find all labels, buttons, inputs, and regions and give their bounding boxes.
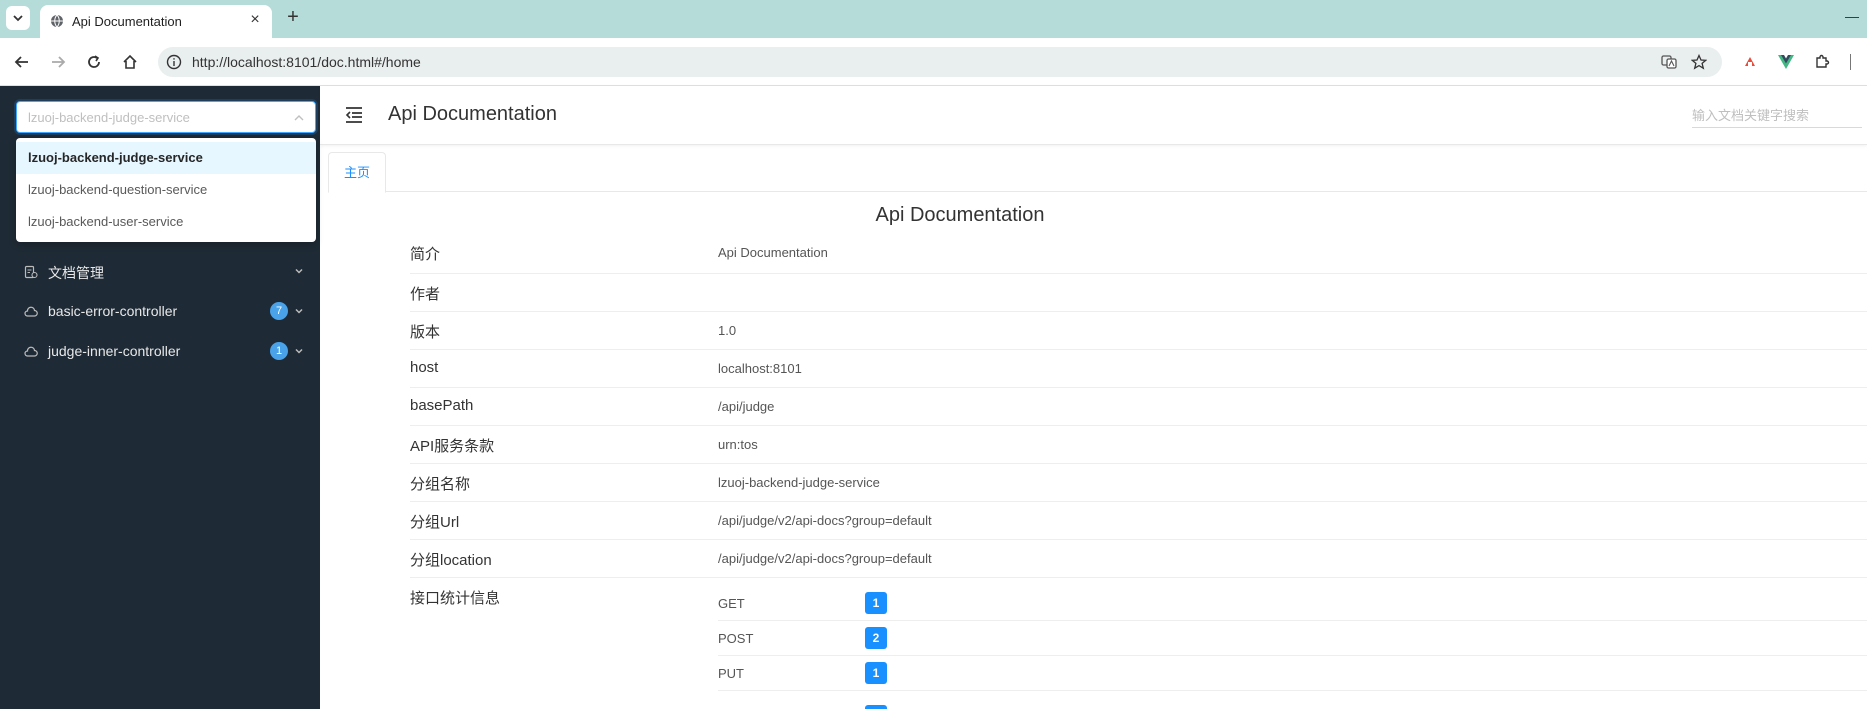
info-label: 分组名称 xyxy=(410,476,471,493)
info-row: 分组Url /api/judge/v2/api-docs?group=defau… xyxy=(410,502,1867,540)
url-text[interactable]: http://localhost:8101/doc.html#/home xyxy=(192,54,421,70)
page-title: Api Documentation xyxy=(388,103,557,125)
info-label: 版本 xyxy=(410,324,441,341)
doc-title-text: Api Documentation xyxy=(875,204,1045,226)
info-value: Api Documentation xyxy=(718,245,828,260)
stat-count-badge: 2 xyxy=(865,627,887,649)
info-label: 作者 xyxy=(410,286,441,303)
forward-button[interactable] xyxy=(46,50,70,74)
content-tabs: 主页 xyxy=(328,152,1867,193)
stat-method: POST xyxy=(718,631,754,646)
tab-home[interactable]: 主页 xyxy=(328,152,386,193)
sidebar-item-label: basic-error-controller xyxy=(48,303,178,319)
browser-toolbar: http://localhost:8101/doc.html#/home xyxy=(0,38,1867,86)
dropdown-option[interactable]: lzuoj-backend-user-service xyxy=(16,206,316,238)
stat-method: GET xyxy=(718,596,745,611)
count-badge: 1 xyxy=(270,342,288,360)
info-row: 简介 Api Documentation xyxy=(410,236,1867,274)
info-row: 分组名称 lzuoj-backend-judge-service xyxy=(410,464,1867,502)
cloud-icon xyxy=(24,346,38,357)
info-value: /api/judge xyxy=(718,399,775,414)
close-icon[interactable]: × xyxy=(246,11,264,29)
stat-method: PUT xyxy=(718,666,744,681)
info-value: /api/judge/v2/api-docs?group=default xyxy=(718,513,932,528)
puzzle-icon[interactable] xyxy=(1812,52,1832,72)
globe-icon xyxy=(51,14,63,28)
chevron-down-icon xyxy=(295,308,303,314)
chevron-up-icon xyxy=(294,115,304,121)
menu-fold-icon[interactable] xyxy=(344,106,364,124)
cloud-icon xyxy=(24,306,38,317)
info-value: 1.0 xyxy=(718,323,737,338)
translate-icon[interactable] xyxy=(1660,53,1678,71)
doc-title: Api Documentation xyxy=(320,204,1600,227)
info-value: lzuoj-backend-judge-service xyxy=(718,475,880,490)
toolbar-divider xyxy=(1848,52,1852,72)
stat-count-badge-partial xyxy=(865,705,887,709)
info-row: basePath /api/judge xyxy=(410,388,1867,426)
address-bar[interactable]: http://localhost:8101/doc.html#/home xyxy=(158,47,1722,77)
chevron-down-icon xyxy=(295,268,303,274)
arrow-right-icon xyxy=(52,56,66,68)
star-icon[interactable] xyxy=(1690,53,1708,71)
home-button[interactable] xyxy=(118,50,142,74)
new-tab-button[interactable]: + xyxy=(282,7,304,29)
dropdown-option[interactable]: lzuoj-backend-judge-service xyxy=(16,142,316,174)
info-row: 版本 1.0 xyxy=(410,312,1867,350)
home-icon xyxy=(123,54,137,69)
info-row: 作者 xyxy=(410,274,1867,312)
stat-row: GET 1 xyxy=(718,586,1867,621)
info-row: API服务条款 urn:tos xyxy=(410,426,1867,464)
chevron-down-icon xyxy=(13,15,23,22)
sidebar-item-label: 文档管理 xyxy=(48,265,104,281)
chevron-down-icon xyxy=(295,348,303,354)
sidebar-item-basic-error-controller[interactable]: basic-error-controller 7 xyxy=(0,292,320,332)
info-label: API服务条款 xyxy=(410,438,495,455)
service-dropdown: lzuoj-backend-judge-service lzuoj-backen… xyxy=(16,138,316,242)
tab-title: Api Documentation xyxy=(72,14,182,29)
search-input[interactable] xyxy=(1692,104,1862,128)
info-label: 简介 xyxy=(410,246,441,263)
info-value: urn:tos xyxy=(718,437,758,452)
arrow-left-icon xyxy=(14,56,28,68)
vue-devtools-icon[interactable] xyxy=(1776,52,1796,72)
info-label: 分组Url xyxy=(410,514,460,531)
browser-tab-active[interactable]: Api Documentation × xyxy=(40,5,272,38)
reload-button[interactable] xyxy=(82,50,106,74)
count-badge: 7 xyxy=(270,302,288,320)
sidebar-item-label: judge-inner-controller xyxy=(48,343,181,359)
extension-red-icon[interactable] xyxy=(1740,52,1760,72)
main-content: Api Documentation 主页 Api Documentation 简… xyxy=(320,86,1867,709)
stat-row: POST 2 xyxy=(718,621,1867,656)
info-label: 接口统计信息 xyxy=(410,590,501,607)
browser-tabstrip: Api Documentation × + — xyxy=(0,0,1867,38)
main-header: Api Documentation xyxy=(320,86,1867,145)
info-icon[interactable] xyxy=(166,54,182,70)
service-select[interactable]: lzuoj-backend-judge-service xyxy=(16,101,316,133)
stat-count-badge: 1 xyxy=(865,592,887,614)
info-row: host localhost:8101 xyxy=(410,350,1867,388)
stat-count-badge: 1 xyxy=(865,662,887,684)
info-value: /api/judge/v2/api-docs?group=default xyxy=(718,551,932,566)
minimize-icon[interactable]: — xyxy=(1845,8,1861,24)
sidebar-item-doc-management[interactable]: 文档管理 xyxy=(0,252,320,292)
sidebar-item-judge-inner-controller[interactable]: judge-inner-controller 1 xyxy=(0,332,320,372)
stat-row: PUT 1 xyxy=(718,656,1867,691)
dropdown-option[interactable]: lzuoj-backend-question-service xyxy=(16,174,316,206)
back-button[interactable] xyxy=(10,50,34,74)
service-select-value: lzuoj-backend-judge-service xyxy=(28,110,190,125)
info-label: host xyxy=(410,359,439,376)
info-label: 分组location xyxy=(410,552,492,569)
info-value: localhost:8101 xyxy=(718,361,802,376)
tab-search-button[interactable] xyxy=(6,6,30,30)
document-settings-icon xyxy=(24,265,38,279)
info-label: basePath xyxy=(410,397,474,414)
info-row: 分组location /api/judge/v2/api-docs?group=… xyxy=(410,540,1867,578)
reload-icon xyxy=(88,55,100,68)
